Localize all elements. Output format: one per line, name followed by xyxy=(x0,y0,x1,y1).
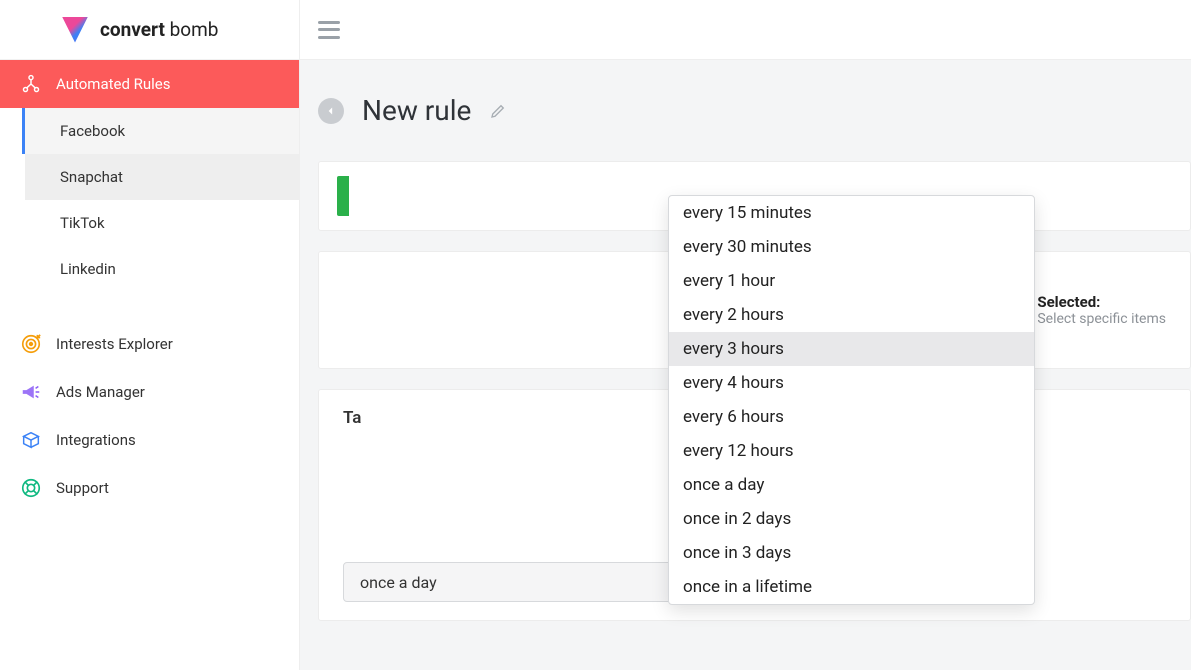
target-icon xyxy=(20,333,42,355)
sidebar-subgroup: Facebook Snapchat TikTok Linkedin xyxy=(22,108,299,292)
sidebar-item-label: Support xyxy=(56,479,109,497)
back-button[interactable] xyxy=(318,98,344,124)
frequency-option[interactable]: every 1 hour xyxy=(669,264,1034,298)
status-indicator xyxy=(337,176,349,216)
frequency-option[interactable]: once a day xyxy=(669,468,1034,502)
frequency-select-value: once a day xyxy=(360,573,437,592)
frequency-option[interactable]: every 12 hours xyxy=(669,434,1034,468)
automation-icon xyxy=(20,73,42,95)
sidebar-sub-facebook[interactable]: Facebook xyxy=(22,108,299,154)
selected-subtitle: Select specific items xyxy=(1037,311,1166,327)
sidebar-item-interests[interactable]: Interests Explorer xyxy=(0,320,299,368)
frequency-option[interactable]: every 30 minutes xyxy=(669,230,1034,264)
sidebar-item-support[interactable]: Support xyxy=(0,464,299,512)
logo[interactable]: convert bomb xyxy=(0,0,299,60)
sidebar-item-label: Automated Rules xyxy=(56,75,171,93)
frequency-option[interactable]: once in 2 days xyxy=(669,502,1034,536)
arrow-left-icon xyxy=(324,104,338,118)
selected-title: Selected: xyxy=(1037,293,1166,311)
edit-icon[interactable] xyxy=(489,102,507,120)
sidebar-sub-tiktok[interactable]: TikTok xyxy=(25,200,299,246)
logo-mark-icon xyxy=(62,17,88,43)
frequency-select[interactable]: once a day xyxy=(343,562,723,602)
sidebar-item-automated-rules[interactable]: Automated Rules xyxy=(0,60,299,108)
frequency-option[interactable]: once in a lifetime xyxy=(669,570,1034,604)
frequency-option[interactable]: every 4 hours xyxy=(669,366,1034,400)
frequency-option[interactable]: every 3 hours xyxy=(669,332,1034,366)
page-header: New rule xyxy=(300,60,1191,161)
frequency-option[interactable]: once in 3 days xyxy=(669,536,1034,570)
sidebar: convert bomb Automated Rules Facebook Sn… xyxy=(0,0,300,670)
blocks-icon xyxy=(20,429,42,451)
frequency-dropdown[interactable]: every 15 minutesevery 30 minutesevery 1 … xyxy=(668,195,1035,605)
sidebar-item-label: Integrations xyxy=(56,431,136,449)
frequency-option[interactable]: every 6 hours xyxy=(669,400,1034,434)
megaphone-icon xyxy=(20,381,42,403)
sidebar-item-integrations[interactable]: Integrations xyxy=(0,416,299,464)
frequency-option[interactable]: every 15 minutes xyxy=(669,196,1034,230)
top-bar xyxy=(300,0,1191,60)
main: New rule ly to Selected: Select specific… xyxy=(300,0,1191,670)
frequency-option[interactable]: every 2 hours xyxy=(669,298,1034,332)
sidebar-item-label: Ads Manager xyxy=(56,383,145,401)
menu-toggle-button[interactable] xyxy=(318,21,340,39)
sidebar-sub-snapchat[interactable]: Snapchat xyxy=(25,154,299,200)
logo-text: convert bomb xyxy=(100,18,218,41)
sidebar-item-label: Interests Explorer xyxy=(56,335,173,353)
page-title: New rule xyxy=(362,94,471,127)
sidebar-sub-linkedin[interactable]: Linkedin xyxy=(25,246,299,292)
sidebar-item-ads-manager[interactable]: Ads Manager xyxy=(0,368,299,416)
lifebuoy-icon xyxy=(20,477,42,499)
